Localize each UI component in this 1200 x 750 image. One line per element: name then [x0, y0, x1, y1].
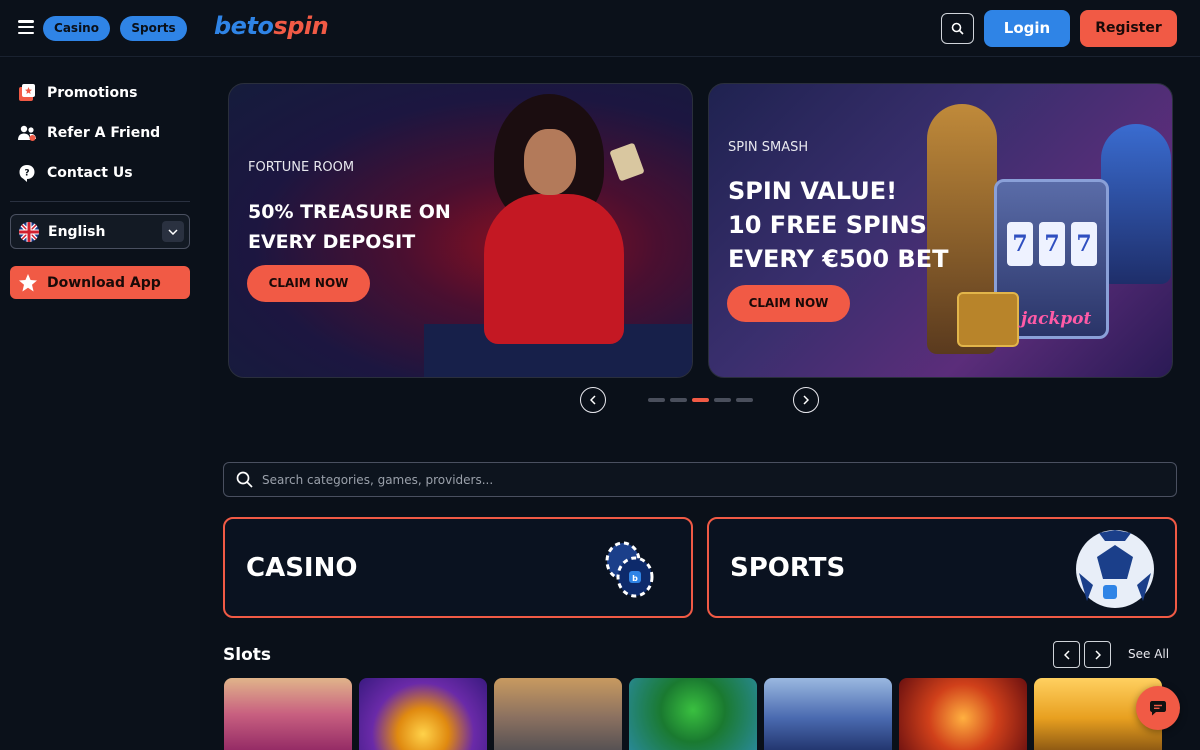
- language-selector[interactable]: English: [10, 214, 190, 249]
- chevron-right-icon: [1094, 649, 1101, 660]
- download-app-button[interactable]: Download App: [10, 266, 190, 299]
- casino-category-tile[interactable]: CASINO b: [223, 517, 693, 618]
- slots-section-title: Slots: [223, 645, 271, 665]
- jackpot-art-text: jackpot: [1021, 309, 1092, 329]
- banner-dealer-face-art: [524, 129, 576, 195]
- sidebar-divider: [10, 201, 190, 202]
- see-all-link[interactable]: See All: [1128, 647, 1169, 661]
- top-bar: Casino Sports betospin Login Register: [0, 0, 1200, 57]
- claim-now-button[interactable]: CLAIM NOW: [727, 285, 850, 322]
- register-button[interactable]: Register: [1080, 10, 1177, 47]
- banner-headline: SPIN VALUE! 10 FREE SPINS EVERY €500 BET: [728, 174, 988, 276]
- banner-headline-line: EVERY €500 BET: [728, 245, 949, 273]
- slot-game-tile[interactable]: [899, 678, 1027, 750]
- carousel-dot[interactable]: [714, 398, 731, 402]
- casino-nav-pill[interactable]: Casino: [43, 16, 110, 41]
- casino-chips-icon: b: [605, 541, 654, 598]
- header-search-button[interactable]: [941, 13, 974, 44]
- live-chat-button[interactable]: [1136, 686, 1180, 730]
- svg-text:b: b: [632, 574, 638, 583]
- banner-dealer-dress-art: [484, 194, 624, 344]
- carousel-dot[interactable]: [692, 398, 709, 402]
- chevron-left-icon: [590, 395, 596, 405]
- slot-game-tile[interactable]: [359, 678, 487, 750]
- claim-now-button[interactable]: CLAIM NOW: [247, 265, 370, 302]
- category-label: CASINO: [246, 553, 358, 583]
- banner-eyebrow: SPIN SMASH: [728, 140, 809, 155]
- chevron-right-icon: [803, 395, 809, 405]
- promo-banner-spin-smash[interactable]: 7 7 7 jackpot SPIN SMASH SPIN VALUE! 10 …: [708, 83, 1173, 378]
- slot-game-tile[interactable]: [629, 678, 757, 750]
- star-icon: [19, 273, 37, 291]
- slot-game-tile[interactable]: [764, 678, 892, 750]
- banner-eyebrow: FORTUNE ROOM: [248, 160, 355, 175]
- sidebar-item-contact-us[interactable]: ? Contact Us: [17, 161, 133, 185]
- carousel-prev-button[interactable]: [580, 387, 606, 413]
- menu-icon[interactable]: [18, 20, 34, 34]
- sports-category-tile[interactable]: SPORTS: [707, 517, 1177, 618]
- search-input[interactable]: [262, 472, 1142, 487]
- language-label: English: [48, 223, 106, 240]
- search-icon: [236, 471, 253, 488]
- banner-headline: 50% TREASURE ON EVERY DEPOSIT: [248, 201, 451, 253]
- slot-game-tile[interactable]: [494, 678, 622, 750]
- chevron-down-icon[interactable]: [162, 221, 184, 242]
- carousel-next-button[interactable]: [793, 387, 819, 413]
- category-label: SPORTS: [730, 553, 846, 583]
- download-app-label: Download App: [47, 274, 161, 291]
- chat-icon: [1150, 701, 1166, 716]
- promo-banner-fortune-room[interactable]: FORTUNE ROOM 50% TREASURE ON EVERY DEPOS…: [228, 83, 693, 378]
- sidebar: Promotions Refer A Friend ? Contact Us E…: [0, 58, 200, 750]
- search-icon: [951, 22, 964, 35]
- sidebar-item-label: Refer A Friend: [47, 125, 161, 141]
- refer-friend-icon: [17, 123, 37, 143]
- svg-text:?: ?: [24, 169, 29, 179]
- slots-next-button[interactable]: [1084, 641, 1111, 668]
- slots-prev-button[interactable]: [1053, 641, 1080, 668]
- help-icon: ?: [17, 163, 37, 183]
- logo-text-beto: beto: [214, 12, 274, 40]
- sidebar-item-refer-a-friend[interactable]: Refer A Friend: [17, 121, 160, 145]
- soccer-ball-icon: [1076, 530, 1154, 608]
- sidebar-item-promotions[interactable]: Promotions: [17, 81, 137, 105]
- game-search-bar[interactable]: [223, 462, 1177, 497]
- carousel-dot[interactable]: [648, 398, 665, 402]
- uk-flag-icon: [19, 221, 39, 242]
- carousel-dot[interactable]: [736, 398, 753, 402]
- promotions-icon: [17, 83, 37, 103]
- betospin-logo[interactable]: betospin: [214, 12, 329, 40]
- login-button[interactable]: Login: [984, 10, 1070, 47]
- treasure-chest-art: [957, 292, 1019, 347]
- logo-text-spin: spin: [273, 12, 329, 40]
- sports-nav-pill[interactable]: Sports: [120, 16, 187, 41]
- banner-genie-art: [1101, 124, 1171, 284]
- sidebar-item-label: Contact Us: [47, 165, 133, 181]
- chevron-left-icon: [1063, 649, 1070, 660]
- slot-game-tile[interactable]: [224, 678, 352, 750]
- playing-cards-art: [609, 142, 645, 182]
- banner-headline-line: SPIN VALUE!: [728, 177, 898, 205]
- sidebar-item-label: Promotions: [47, 85, 138, 101]
- banner-headline-line: 10 FREE SPINS: [728, 211, 927, 239]
- carousel-dot[interactable]: [670, 398, 687, 402]
